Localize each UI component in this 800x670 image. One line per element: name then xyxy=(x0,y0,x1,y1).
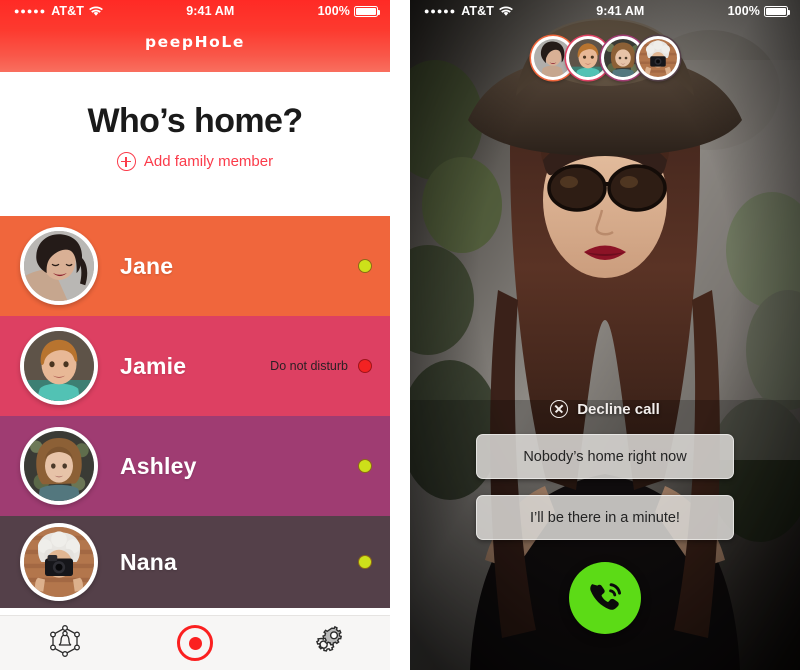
tab-settings[interactable] xyxy=(260,616,390,670)
quick-reply-button[interactable]: Nobody’s home right now xyxy=(476,434,734,479)
decline-call-button[interactable]: Decline call xyxy=(550,400,660,418)
carrier-label: AT&T xyxy=(461,4,494,18)
status-bar-left: ●●●●● AT&T xyxy=(14,4,103,18)
list-item[interactable]: Nana xyxy=(0,516,390,608)
status-label: Do not disturb xyxy=(270,359,348,373)
avatar xyxy=(20,427,98,505)
plus-circle-icon xyxy=(116,152,136,171)
status-bar-left: ●●●●● AT&T xyxy=(424,4,513,18)
gears-settings-icon xyxy=(308,625,343,662)
status-badge xyxy=(358,555,372,569)
record-button-icon xyxy=(177,625,213,661)
status-bar-right: 100% xyxy=(727,4,791,18)
signal-dots-icon: ●●●●● xyxy=(14,5,47,16)
family-member-list: Jane Jamie Do not disturb Ashley Nana xyxy=(0,216,390,608)
x-circle-icon xyxy=(550,400,569,418)
title-block: Who’s home? Add family member xyxy=(0,72,390,216)
member-name: Nana xyxy=(120,548,178,575)
answer-call-button[interactable] xyxy=(569,562,641,634)
member-status[interactable] xyxy=(348,459,372,473)
family-network-icon xyxy=(50,624,80,662)
member-name: Jamie xyxy=(120,352,187,379)
list-item[interactable]: Jane xyxy=(0,216,390,316)
status-badge xyxy=(358,359,372,373)
decline-call-label: Decline call xyxy=(577,400,660,418)
tab-family[interactable] xyxy=(0,616,130,670)
battery-percent-label: 100% xyxy=(727,4,760,18)
bottom-tab-bar xyxy=(0,615,390,670)
phone-handset-icon xyxy=(585,578,625,618)
app-brand-title: peepHoLe xyxy=(144,33,246,51)
member-status[interactable]: Do not disturb xyxy=(270,359,372,373)
carrier-label: AT&T xyxy=(51,4,84,18)
member-name: Jane xyxy=(120,252,174,279)
member-status[interactable] xyxy=(348,555,372,569)
right-phone-screen: ●●●●● AT&T 9:41 AM 100% Decline call Nob… xyxy=(410,0,800,670)
clock: 9:41 AM xyxy=(596,4,645,18)
left-phone-screen: ●●●●● AT&T 9:41 AM 100% peepHoLe Who’s h… xyxy=(0,0,390,670)
member-name: Ashley xyxy=(120,452,197,479)
wifi-icon xyxy=(499,6,513,17)
battery-full-icon xyxy=(764,5,791,17)
avatar xyxy=(20,327,98,405)
battery-percent-label: 100% xyxy=(317,4,350,18)
battery-full-icon xyxy=(354,5,381,17)
status-bar: ●●●●● AT&T 9:41 AM 100% xyxy=(410,0,800,22)
status-bar-right: 100% xyxy=(317,4,381,18)
family-avatar-strip xyxy=(410,36,800,80)
dual-phone-mockup: ●●●●● AT&T 9:41 AM 100% peepHoLe Who’s h… xyxy=(0,0,800,670)
tab-record[interactable] xyxy=(130,616,260,670)
avatar xyxy=(20,227,98,305)
avatar xyxy=(20,523,98,601)
status-badge xyxy=(358,259,372,273)
phone-gap xyxy=(390,0,410,670)
wifi-icon xyxy=(89,6,103,17)
status-bar: ●●●●● AT&T 9:41 AM 100% xyxy=(0,0,390,22)
app-header: ●●●●● AT&T 9:41 AM 100% peepHoLe xyxy=(0,0,390,72)
list-item[interactable]: Ashley xyxy=(0,416,390,516)
quick-reply-button[interactable]: I’ll be there in a minute! xyxy=(476,495,734,540)
clock: 9:41 AM xyxy=(186,4,235,18)
list-item[interactable]: Jamie Do not disturb xyxy=(0,316,390,416)
add-family-member-label: Add family member xyxy=(143,153,274,170)
add-family-member-button[interactable]: Add family member xyxy=(116,152,274,171)
page-title: Who’s home? xyxy=(87,102,303,140)
status-badge xyxy=(358,459,372,473)
member-status[interactable] xyxy=(348,259,372,273)
avatar[interactable] xyxy=(635,36,680,80)
incoming-call-controls: Decline call Nobody’s home right now I’l… xyxy=(410,400,800,634)
signal-dots-icon: ●●●●● xyxy=(424,5,457,16)
